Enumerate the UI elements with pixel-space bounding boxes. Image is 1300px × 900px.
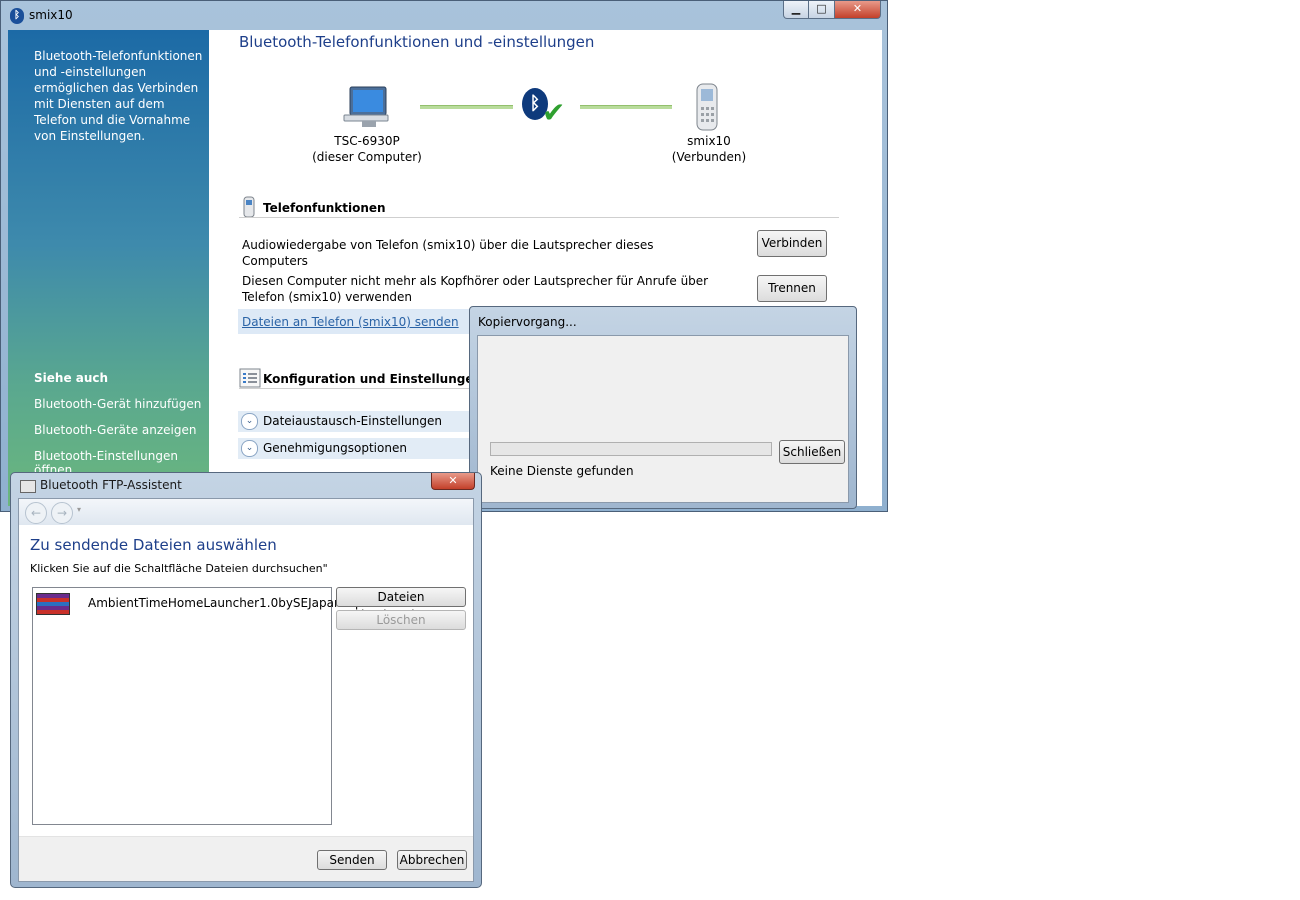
- file-name: AmbientTimeHomeLauncher1.0bySEJapan.zip: [88, 596, 363, 610]
- copy-progress-bar: [490, 442, 772, 456]
- sidebar-description: Bluetooth-Telefonfunktionen und -einstel…: [34, 49, 203, 143]
- phone-functions-heading: Telefonfunktionen: [263, 201, 386, 215]
- configuration-heading: Konfiguration und Einstellungen: [263, 372, 483, 386]
- window-icon: [20, 480, 36, 493]
- send-button[interactable]: Senden: [317, 850, 387, 870]
- file-exchange-settings-item[interactable]: ⌄ Dateiaustausch-Einstellungen: [238, 411, 474, 432]
- computer-device-label: TSC-6930P (dieser Computer): [312, 133, 422, 165]
- phone-subtitle: (Verbunden): [671, 150, 747, 164]
- headset-text: Diesen Computer nicht mehr als Kopfhörer…: [242, 274, 709, 304]
- ftp-client: ← → ▾ Zu sendende Dateien auswählen Klic…: [18, 498, 474, 882]
- disconnect-button[interactable]: Trennen: [757, 275, 827, 302]
- dialog-title: Kopiervorgang...: [478, 315, 577, 329]
- copy-status-text: Keine Dienste gefunden: [490, 464, 634, 478]
- close-button[interactable]: ✕: [431, 473, 475, 490]
- list-item[interactable]: AmbientTimeHomeLauncher1.0bySEJapan.zip: [33, 588, 363, 618]
- see-also-heading: Siehe auch: [34, 371, 109, 385]
- ftp-hint-text: Klicken Sie auf die Schaltfläche Dateien…: [30, 562, 328, 575]
- expand-chevron-icon[interactable]: ⌄: [241, 440, 258, 457]
- zip-archive-icon: [36, 593, 70, 615]
- close-button[interactable]: ✕: [835, 1, 881, 19]
- browse-files-button[interactable]: Dateien durchsuchen...: [336, 587, 466, 622]
- permission-options-label: Genehmigungsoptionen: [263, 441, 407, 455]
- computer-name: TSC-6930P: [334, 134, 400, 148]
- navigation-bar: ← → ▾: [19, 499, 473, 525]
- show-bluetooth-devices-link[interactable]: Bluetooth-Geräte anzeigen: [34, 423, 196, 437]
- minimize-button[interactable]: ▁: [783, 1, 809, 19]
- delete-button[interactable]: Löschen: [336, 610, 466, 630]
- connected-check-icon: ✔: [542, 96, 566, 129]
- ftp-wizard-window: Bluetooth FTP-Assistent ✕ ← → ▾ Zu sende…: [10, 472, 482, 888]
- connect-button[interactable]: Verbinden: [757, 230, 827, 257]
- file-exchange-settings-label: Dateiaustausch-Einstellungen: [263, 414, 443, 428]
- add-bluetooth-device-link[interactable]: Bluetooth-Gerät hinzufügen: [34, 397, 201, 411]
- maximize-button[interactable]: □: [809, 1, 835, 19]
- mobile-phone-icon: [696, 83, 718, 131]
- wizard-footer: Senden Abbrechen: [19, 836, 473, 881]
- configuration-icon: [239, 368, 261, 388]
- history-dropdown-icon[interactable]: ▾: [77, 505, 81, 514]
- bluetooth-icon: ᛒ: [10, 8, 24, 24]
- file-list[interactable]: AmbientTimeHomeLauncher1.0bySEJapan.zip: [32, 587, 363, 825]
- window-controls: ▁ □ ✕: [783, 1, 881, 21]
- phone-device-label: smix10 (Verbunden): [664, 133, 754, 165]
- ftp-heading: Zu sendende Dateien auswählen: [30, 536, 277, 554]
- computer-icon: [343, 86, 389, 127]
- copy-progress-dialog: Kopiervorgang... Schließen Keine Dienste…: [469, 306, 857, 509]
- computer-subtitle: (dieser Computer): [312, 150, 422, 164]
- back-arrow-icon[interactable]: ←: [25, 502, 47, 524]
- expand-chevron-icon[interactable]: ⌄: [241, 413, 258, 430]
- connection-line-left: [420, 105, 513, 109]
- send-files-link[interactable]: Dateien an Telefon (smix10) senden: [242, 315, 459, 329]
- phone-section-icon: [243, 196, 255, 218]
- forward-arrow-icon[interactable]: →: [51, 502, 73, 524]
- section-divider: [239, 217, 839, 218]
- ftp-window-title: Bluetooth FTP-Assistent: [40, 478, 182, 492]
- sidebar: Bluetooth-Telefonfunktionen und -einstel…: [8, 30, 209, 506]
- phone-name: smix10: [687, 134, 731, 148]
- dialog-client: Schließen Keine Dienste gefunden: [477, 335, 849, 503]
- connection-line-right: [580, 105, 672, 109]
- close-dialog-button[interactable]: Schließen: [779, 440, 845, 464]
- permission-options-item[interactable]: ⌄ Genehmigungsoptionen: [238, 438, 474, 459]
- window-title: smix10: [29, 8, 73, 22]
- page-title: Bluetooth-Telefonfunktionen und -einstel…: [239, 33, 595, 51]
- title-bar[interactable]: ᛒ smix10 ▁ □ ✕: [1, 1, 887, 29]
- audio-playback-text: Audiowiedergabe von Telefon (smix10) übe…: [242, 238, 654, 268]
- cancel-button[interactable]: Abbrechen: [397, 850, 467, 870]
